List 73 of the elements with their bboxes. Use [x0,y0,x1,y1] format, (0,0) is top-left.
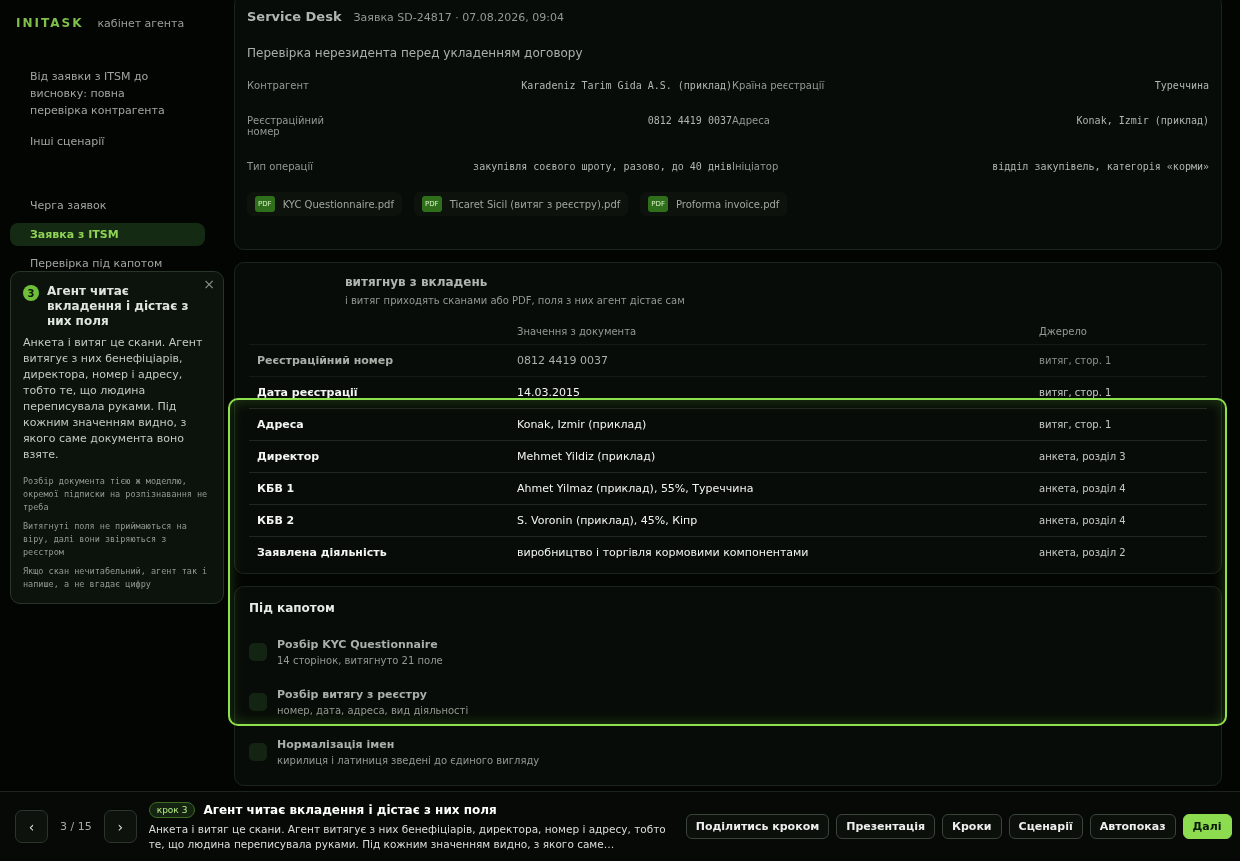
step-badge: крок 3 [148,801,196,818]
table-cell-text: анкета, розділ 4 [1039,515,1127,526]
field-value: відділ закупівель, категорія «корми» [991,161,1209,172]
step-title: Нормалізація імен [277,738,396,751]
field-value: 0812 4419 0037 [646,115,732,128]
field-label: Адреса [732,115,771,128]
request-meta: Заявка SD-24817 · 07.08.2026, 09:04 [353,11,564,24]
section-title: Під капотом [249,601,336,615]
field-label: Тип операції [247,161,314,172]
table-cell-text: Реєстраційний номер [257,354,395,367]
step-counter: 3 / 15 [60,820,92,833]
footer-button[interactable]: Далі [1182,814,1232,839]
nav-item[interactable]: Заявка з ITSM [10,223,205,246]
table-cell-text: анкета, розділ 3 [1039,451,1127,462]
field-label: Країна реєстрації [732,80,826,91]
cabinet-label: кабінет агента [97,17,185,30]
step-detail: 14 сторінок, витягнуто 21 поле [277,655,443,666]
scenario-link[interactable]: Від заявки з ITSM до висновку: повна перевірка контрагента [30,68,185,119]
nav-item[interactable]: Перевірка під капотом [10,252,205,275]
close-button[interactable]: × [203,276,215,292]
column-header: Значення з документа [517,325,638,337]
table-cell-text: S. Voronin (приклад), 45%, Кіпр [517,514,699,527]
table-cell-text: Директор [257,450,321,463]
field-value: Konak, Izmir (приклад) [1075,115,1209,128]
table-cell-text: витяг, стор. 1 [1039,387,1113,398]
note-text: Якщо скан нечитабельний, агент так і напише, а не вгадає цифру [23,565,209,591]
note-text: Розбір документа тією ж моделлю, окремої підписки на розпізнавання не треба [23,475,209,514]
table-cell-text: Konak, Izmir (приклад) [517,418,648,431]
table-cell-text: Заявлена діяльність [257,546,388,559]
column-header: Джерело [1039,325,1088,337]
field-label: Контрагент [247,80,310,91]
step-title: Розбір витягу з реєстру [277,688,429,701]
table-cell-text: 14.03.2015 [517,386,581,399]
table-cell-text: Адреса [257,418,305,431]
table-cell-text: анкета, розділ 2 [1039,547,1127,558]
field-value: Karadeniz Tarim Gida A.S. (приклад) [520,80,732,91]
footer-button[interactable]: Сценарії [1008,814,1083,839]
footer-button[interactable]: Презентація [836,814,935,839]
field-label: Ініціатор [732,161,780,172]
source-title: Service Desk [247,9,342,24]
table-cell-text: Дата реєстрації [257,386,359,399]
table-cell-text: 0812 4419 0037 [517,354,609,367]
table-cell-text: витяг, стор. 1 [1039,419,1113,430]
field-value: Туреччина [1153,80,1209,91]
table-cell-text: КБВ 1 [257,482,296,495]
table-cell-text: виробництво і торгівля кормовими компонентами [517,546,810,559]
tooltip-text: Анкета і витяг це скани. Агент витягує з них бенефіціарів, директора, номер і адресу, тобто те, що людина переписувала руками. Під кожним значенням видно, з якого саме документа воно взяте. [23,335,204,463]
footer-button[interactable]: Кроки [941,814,1002,839]
step-description: Анкета і витяг це скани. Агент витягує з них бенефіціарів, директора, номер і адресу, тобто те, що людина переписувала руками. Під кожним значенням видно, з якого саме… [148,821,667,852]
section-title: витягнув з вкладень [345,275,489,289]
next-button[interactable]: › [103,810,137,843]
note-text: Витягнуті поля не приймаються на віру, далі вони звіряються з реєстром [23,520,188,559]
table-cell-text: Ahmet Yilmaz (приклад), 55%, Туреччина [517,482,755,495]
tooltip-title: Агент читає вкладення і дістає з них поля [47,284,190,329]
nav-item[interactable]: Черга заявок [10,194,205,217]
previous-button[interactable]: ‹ [15,810,48,843]
footer-button[interactable]: Поділитись кроком [685,814,830,839]
logo: INITASK [16,16,84,30]
table-cell-text: КБВ 2 [257,514,296,527]
footer-button[interactable]: Автопоказ [1089,814,1176,839]
table-cell-text: анкета, розділ 4 [1039,483,1127,494]
field-label: Реєстраційний номер [247,115,326,137]
table-cell-text: Mehmet Yildiz (приклад) [517,450,657,463]
request-title: Перевірка нерезидента перед укладенням договору [247,46,584,60]
table-cell-text: витяг, стор. 1 [1039,355,1113,366]
field-value: закупівля соєвого шроту, разово, до 40 днів [472,161,732,172]
step-title: Розбір KYC Questionnaire [277,638,439,651]
step-number: 3 [23,285,39,301]
step-detail: кирилиця і латиниця зведені до єдиного вигляду [277,755,540,766]
step-detail: номер, дата, адреса, вид діяльності [277,705,469,716]
other-scenarios-link[interactable]: Інші сценарії [30,133,185,150]
section-subtitle: і витяг приходять сканами або PDF, поля з них агент дістає сам [345,295,686,306]
step-title: Агент читає вкладення і дістає з них поля [203,802,497,817]
